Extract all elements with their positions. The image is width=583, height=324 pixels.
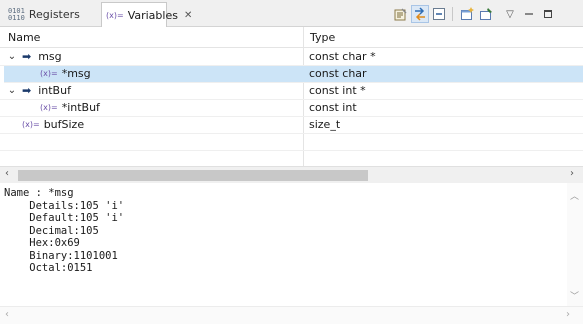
new-view-button[interactable] (458, 5, 476, 23)
pin-icon (480, 8, 492, 20)
variable-icon: (x)= (22, 120, 40, 129)
tree-row[interactable]: (x)= bufSize size_t (0, 117, 583, 134)
scroll-down-icon[interactable]: ﹀ (570, 289, 579, 302)
variable-name: intBuf (38, 84, 71, 97)
variable-name: msg (38, 50, 62, 63)
maximize-button[interactable] (539, 5, 557, 23)
variable-type: const char * (309, 50, 376, 63)
scroll-left-icon[interactable]: ‹ (5, 168, 9, 179)
tree-row[interactable]: ⌄ ➡ intBuf const int * (0, 83, 583, 100)
show-type-names-button[interactable] (392, 5, 410, 23)
variable-type: const int * (309, 84, 366, 97)
scroll-left-icon[interactable]: ‹ (5, 309, 9, 320)
pointer-arrow-icon: ➡ (22, 84, 32, 97)
tree-horizontal-scrollbar[interactable]: ‹ › (0, 166, 583, 183)
variable-type: const int (309, 101, 357, 114)
scroll-right-icon[interactable]: › (570, 168, 574, 179)
tree-row[interactable]: (x)= *intBuf const int (0, 100, 583, 117)
show-type-names-icon (394, 8, 407, 21)
detail-pane[interactable]: Name : *msg Details:105 'i' Default:105 … (0, 183, 567, 306)
scroll-up-icon[interactable]: ︿ (570, 189, 579, 202)
close-icon[interactable]: ✕ (184, 10, 192, 21)
view-menu-icon: ▽ (506, 8, 514, 20)
tab-variables[interactable]: (x)= Variables ✕ (101, 2, 192, 28)
variable-icon: (x)= (40, 103, 58, 112)
tab-registers-label: Registers (28, 8, 80, 21)
show-logical-structure-button[interactable] (411, 5, 429, 23)
column-header-type[interactable]: Type (310, 31, 335, 44)
variables-tree[interactable]: Name Type ⌄ ➡ msg const char * (x)= *msg… (0, 27, 583, 166)
view-menu-button[interactable]: ▽ (501, 5, 519, 23)
variable-type: const char (309, 67, 367, 80)
collapse-all-icon (433, 8, 445, 20)
variable-name: bufSize (43, 118, 85, 131)
chevron-down-icon[interactable]: ⌄ (6, 51, 18, 62)
registers-icon: 0101 0110 (8, 6, 25, 22)
chevron-down-icon[interactable]: ⌄ (6, 85, 18, 96)
pin-button[interactable] (477, 5, 495, 23)
detail-vertical-scrollbar[interactable]: ︿ ﹀ (567, 183, 583, 306)
variables-icon: (x)= (106, 11, 124, 20)
variable-name: *msg (61, 67, 91, 80)
scroll-right-icon[interactable]: › (566, 309, 570, 320)
new-view-icon (461, 7, 474, 20)
variable-type: size_t (309, 118, 341, 131)
variable-name: *intBuf (61, 101, 100, 114)
tab-registers[interactable]: 0101 0110 Registers (2, 2, 100, 27)
detail-horizontal-scrollbar[interactable]: ‹ › (0, 306, 583, 324)
column-header-name[interactable]: Name (8, 31, 40, 44)
tab-variables-label: Variables (127, 9, 178, 22)
view-tab-bar: 0101 0110 Registers (x)= Variables ✕ ▽ (0, 0, 583, 28)
minimize-button[interactable] (520, 5, 538, 23)
minimize-icon (525, 13, 533, 15)
pointer-arrow-icon: ➡ (22, 50, 32, 63)
maximize-icon (544, 10, 552, 18)
scrollbar-thumb[interactable] (18, 170, 368, 181)
tree-row[interactable]: ⌄ ➡ msg const char * (0, 49, 583, 66)
collapse-all-button[interactable] (430, 5, 448, 23)
tree-row-empty (0, 134, 583, 151)
tree-header: Name Type (0, 27, 583, 48)
tree-row[interactable]: (x)= *msg const char (4, 66, 583, 83)
toolbar-separator (452, 7, 453, 21)
view-toolbar: ▽ (391, 5, 557, 23)
show-logical-structure-icon (415, 7, 425, 21)
variable-icon: (x)= (40, 69, 58, 78)
